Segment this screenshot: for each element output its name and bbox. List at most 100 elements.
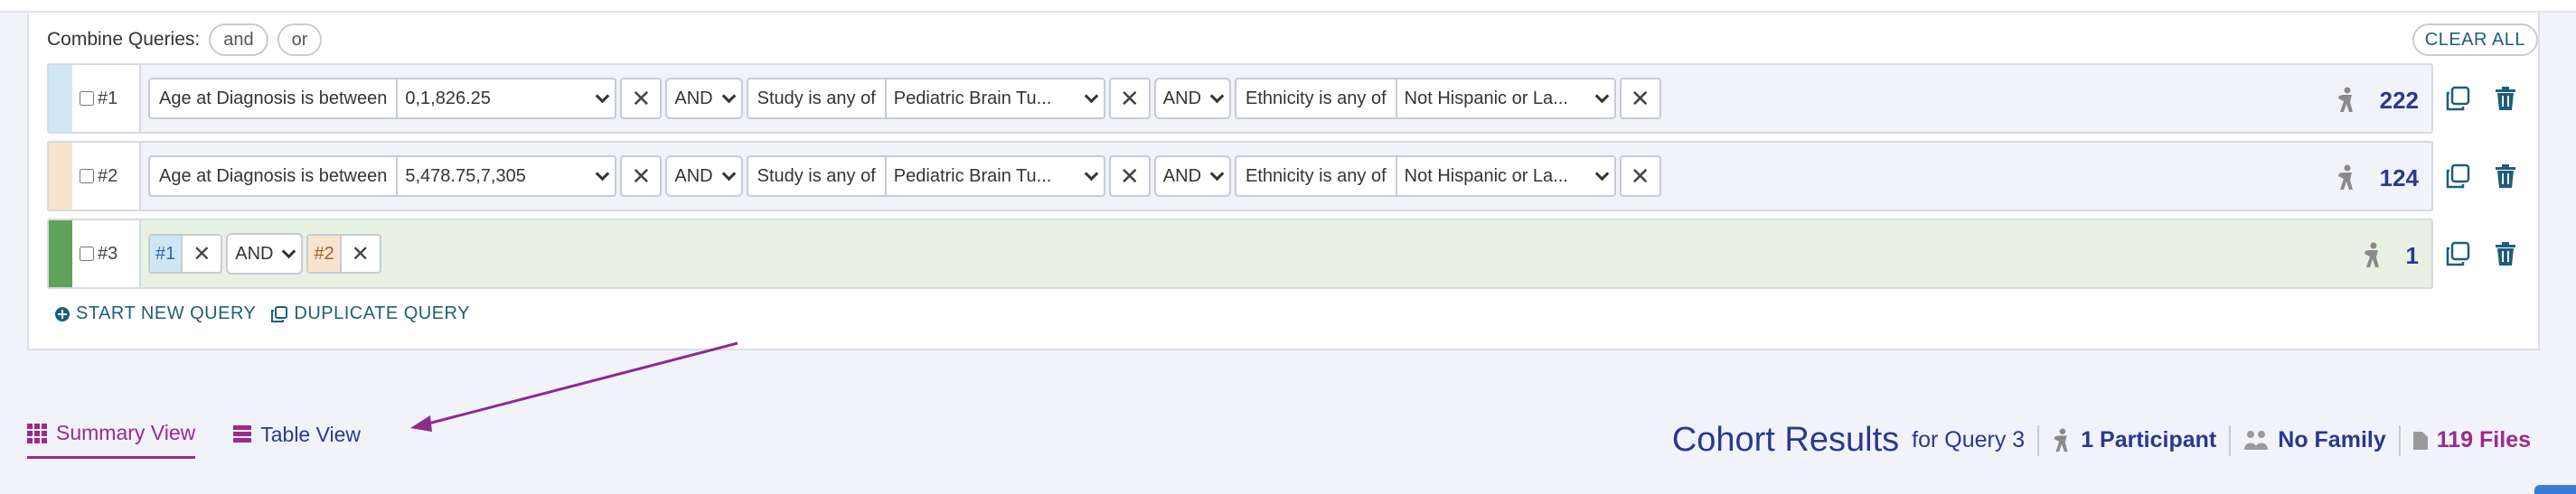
filter-study[interactable]: Study is any of Pediatric Brain Tu... [746, 78, 1105, 119]
operator-label: AND [235, 243, 274, 264]
filter-label: Study is any of [748, 157, 887, 195]
file-count[interactable]: 119 Files [2412, 427, 2531, 453]
filter-value[interactable]: Not Hispanic or La... [1397, 79, 1614, 117]
filter-value[interactable]: Pediatric Brain Tu... [887, 79, 1104, 117]
delete-query-button[interactable] [2490, 238, 2521, 269]
chevron-down-icon [1594, 166, 1609, 181]
remove-reference-button[interactable]: ✕ [183, 241, 221, 267]
query-box[interactable]: #2 Age at Diagnosis is between 5,478.75,… [47, 141, 2433, 211]
reference-tag: #1 [150, 236, 183, 272]
start-new-query-label: START NEW QUERY [76, 303, 257, 323]
tab-summary-label: Summary View [56, 421, 196, 444]
filter-value[interactable]: Pediatric Brain Tu... [887, 157, 1104, 195]
duplicate-query-button[interactable] [2442, 161, 2473, 191]
copy-icon [2446, 163, 2469, 189]
participant-icon [2337, 87, 2353, 112]
filter-label: Study is any of [748, 79, 887, 117]
filter-label: Age at Diagnosis is between [150, 79, 399, 117]
participant-icon [2364, 242, 2379, 267]
reference-tag: #2 [308, 236, 342, 272]
remove-filter-button[interactable]: ✕ [1619, 78, 1661, 119]
query-select: #3 [72, 220, 141, 287]
query-count-value[interactable]: 222 [2380, 87, 2419, 115]
query-count-value[interactable]: 1 [2406, 242, 2419, 270]
filter-value[interactable]: Not Hispanic or La... [1397, 157, 1614, 195]
clear-all-button[interactable]: CLEAR ALL [2411, 23, 2538, 56]
filter-value[interactable]: 5,478.75,7,305 [398, 157, 615, 195]
query-id: #2 [98, 165, 118, 186]
operator-dropdown[interactable]: AND [665, 155, 743, 197]
combine-label: Combine Queries: [47, 29, 201, 50]
operator-dropdown[interactable]: AND [1153, 78, 1232, 119]
delete-query-button[interactable] [2490, 161, 2521, 191]
operator-label: AND [674, 88, 713, 108]
file-icon [2412, 431, 2428, 450]
chevron-down-icon [1209, 89, 1225, 103]
participant-count[interactable]: 1 Participant [2052, 427, 2216, 453]
top-strip [0, 0, 2576, 13]
remove-filter-button[interactable]: ✕ [620, 78, 663, 119]
query-select: #2 [72, 143, 141, 210]
copy-icon [2446, 241, 2469, 266]
duplicate-query-button[interactable] [2442, 238, 2473, 269]
remove-filter-button[interactable]: ✕ [1108, 78, 1151, 119]
remove-filter-button[interactable]: ✕ [1619, 155, 1661, 197]
query-checkbox[interactable] [80, 247, 94, 261]
filter-ethnicity[interactable]: Ethnicity is any of Not Hispanic or La..… [1235, 78, 1616, 119]
operator-dropdown[interactable]: AND [226, 233, 304, 275]
divider [2229, 424, 2232, 456]
corner-accent [2534, 485, 2576, 494]
query-count: 124 [2336, 143, 2419, 213]
participant-icon [2337, 164, 2353, 190]
remove-reference-button[interactable]: ✕ [342, 241, 380, 267]
chevron-down-icon [596, 89, 610, 103]
family-count: No Family [2243, 427, 2386, 453]
filter-label: Age at Diagnosis is between [150, 157, 399, 195]
query-reference-2[interactable]: #2 ✕ [306, 234, 381, 274]
query-row-1: #1 Age at Diagnosis is between 0,1,826.2… [47, 63, 2529, 134]
query-count-value[interactable]: 124 [2380, 164, 2419, 192]
filter-study[interactable]: Study is any of Pediatric Brain Tu... [746, 155, 1105, 197]
duplicate-query-link[interactable]: DUPLICATE QUERY [270, 303, 470, 324]
query-filters: Age at Diagnosis is between 5,478.75,7,3… [141, 155, 1661, 197]
filter-value[interactable]: 0,1,826.25 [398, 79, 615, 117]
divider [2037, 424, 2040, 456]
filter-age[interactable]: Age at Diagnosis is between 5,478.75,7,3… [148, 155, 617, 197]
operator-dropdown[interactable]: AND [1153, 155, 1232, 197]
query-checkbox[interactable] [80, 91, 94, 106]
results-bar: Summary View Table View Cohort Results f… [0, 377, 2576, 494]
filter-value-text: Pediatric Brain Tu... [893, 88, 1052, 108]
trash-icon [2495, 87, 2515, 110]
combine-or-button[interactable]: or [277, 23, 323, 56]
remove-filter-button[interactable]: ✕ [1108, 155, 1151, 197]
participant-icon [2054, 427, 2068, 452]
query-box-active[interactable]: #3 #1 ✕ AND #2 ✕ 1 [47, 219, 2433, 289]
query-id: #3 [98, 243, 118, 264]
filter-value-text: Not Hispanic or La... [1404, 165, 1568, 186]
cohort-results: Cohort Results for Query 3 1 Participant… [1672, 421, 2531, 460]
chevron-down-icon [721, 89, 736, 103]
combine-and-button[interactable]: and [209, 23, 268, 56]
query-filters: Age at Diagnosis is between 0,1,826.25 ✕… [141, 78, 1661, 119]
query-row-2: #2 Age at Diagnosis is between 5,478.75,… [47, 141, 2529, 211]
duplicate-query-button[interactable] [2442, 83, 2473, 114]
delete-query-button[interactable] [2490, 83, 2521, 114]
query-color-bar [49, 143, 72, 210]
plus-circle-icon [55, 306, 70, 322]
remove-filter-button[interactable]: ✕ [620, 155, 663, 197]
tab-table-label: Table View [260, 422, 362, 446]
query-count: 222 [2336, 65, 2419, 135]
family-count-label: No Family [2278, 427, 2386, 452]
filter-age[interactable]: Age at Diagnosis is between 0,1,826.25 [148, 78, 617, 119]
filter-ethnicity[interactable]: Ethnicity is any of Not Hispanic or La..… [1235, 155, 1616, 197]
query-box[interactable]: #1 Age at Diagnosis is between 0,1,826.2… [47, 63, 2433, 134]
query-actions [2433, 63, 2529, 134]
query-checkbox[interactable] [80, 169, 94, 183]
start-new-query-link[interactable]: START NEW QUERY [54, 303, 256, 324]
family-icon [2244, 430, 2269, 450]
view-tabs: Summary View Table View [27, 421, 361, 459]
tab-table-view[interactable]: Table View [233, 421, 361, 459]
operator-dropdown[interactable]: AND [665, 78, 743, 119]
query-reference-1[interactable]: #1 ✕ [148, 234, 223, 274]
tab-summary-view[interactable]: Summary View [27, 421, 196, 459]
